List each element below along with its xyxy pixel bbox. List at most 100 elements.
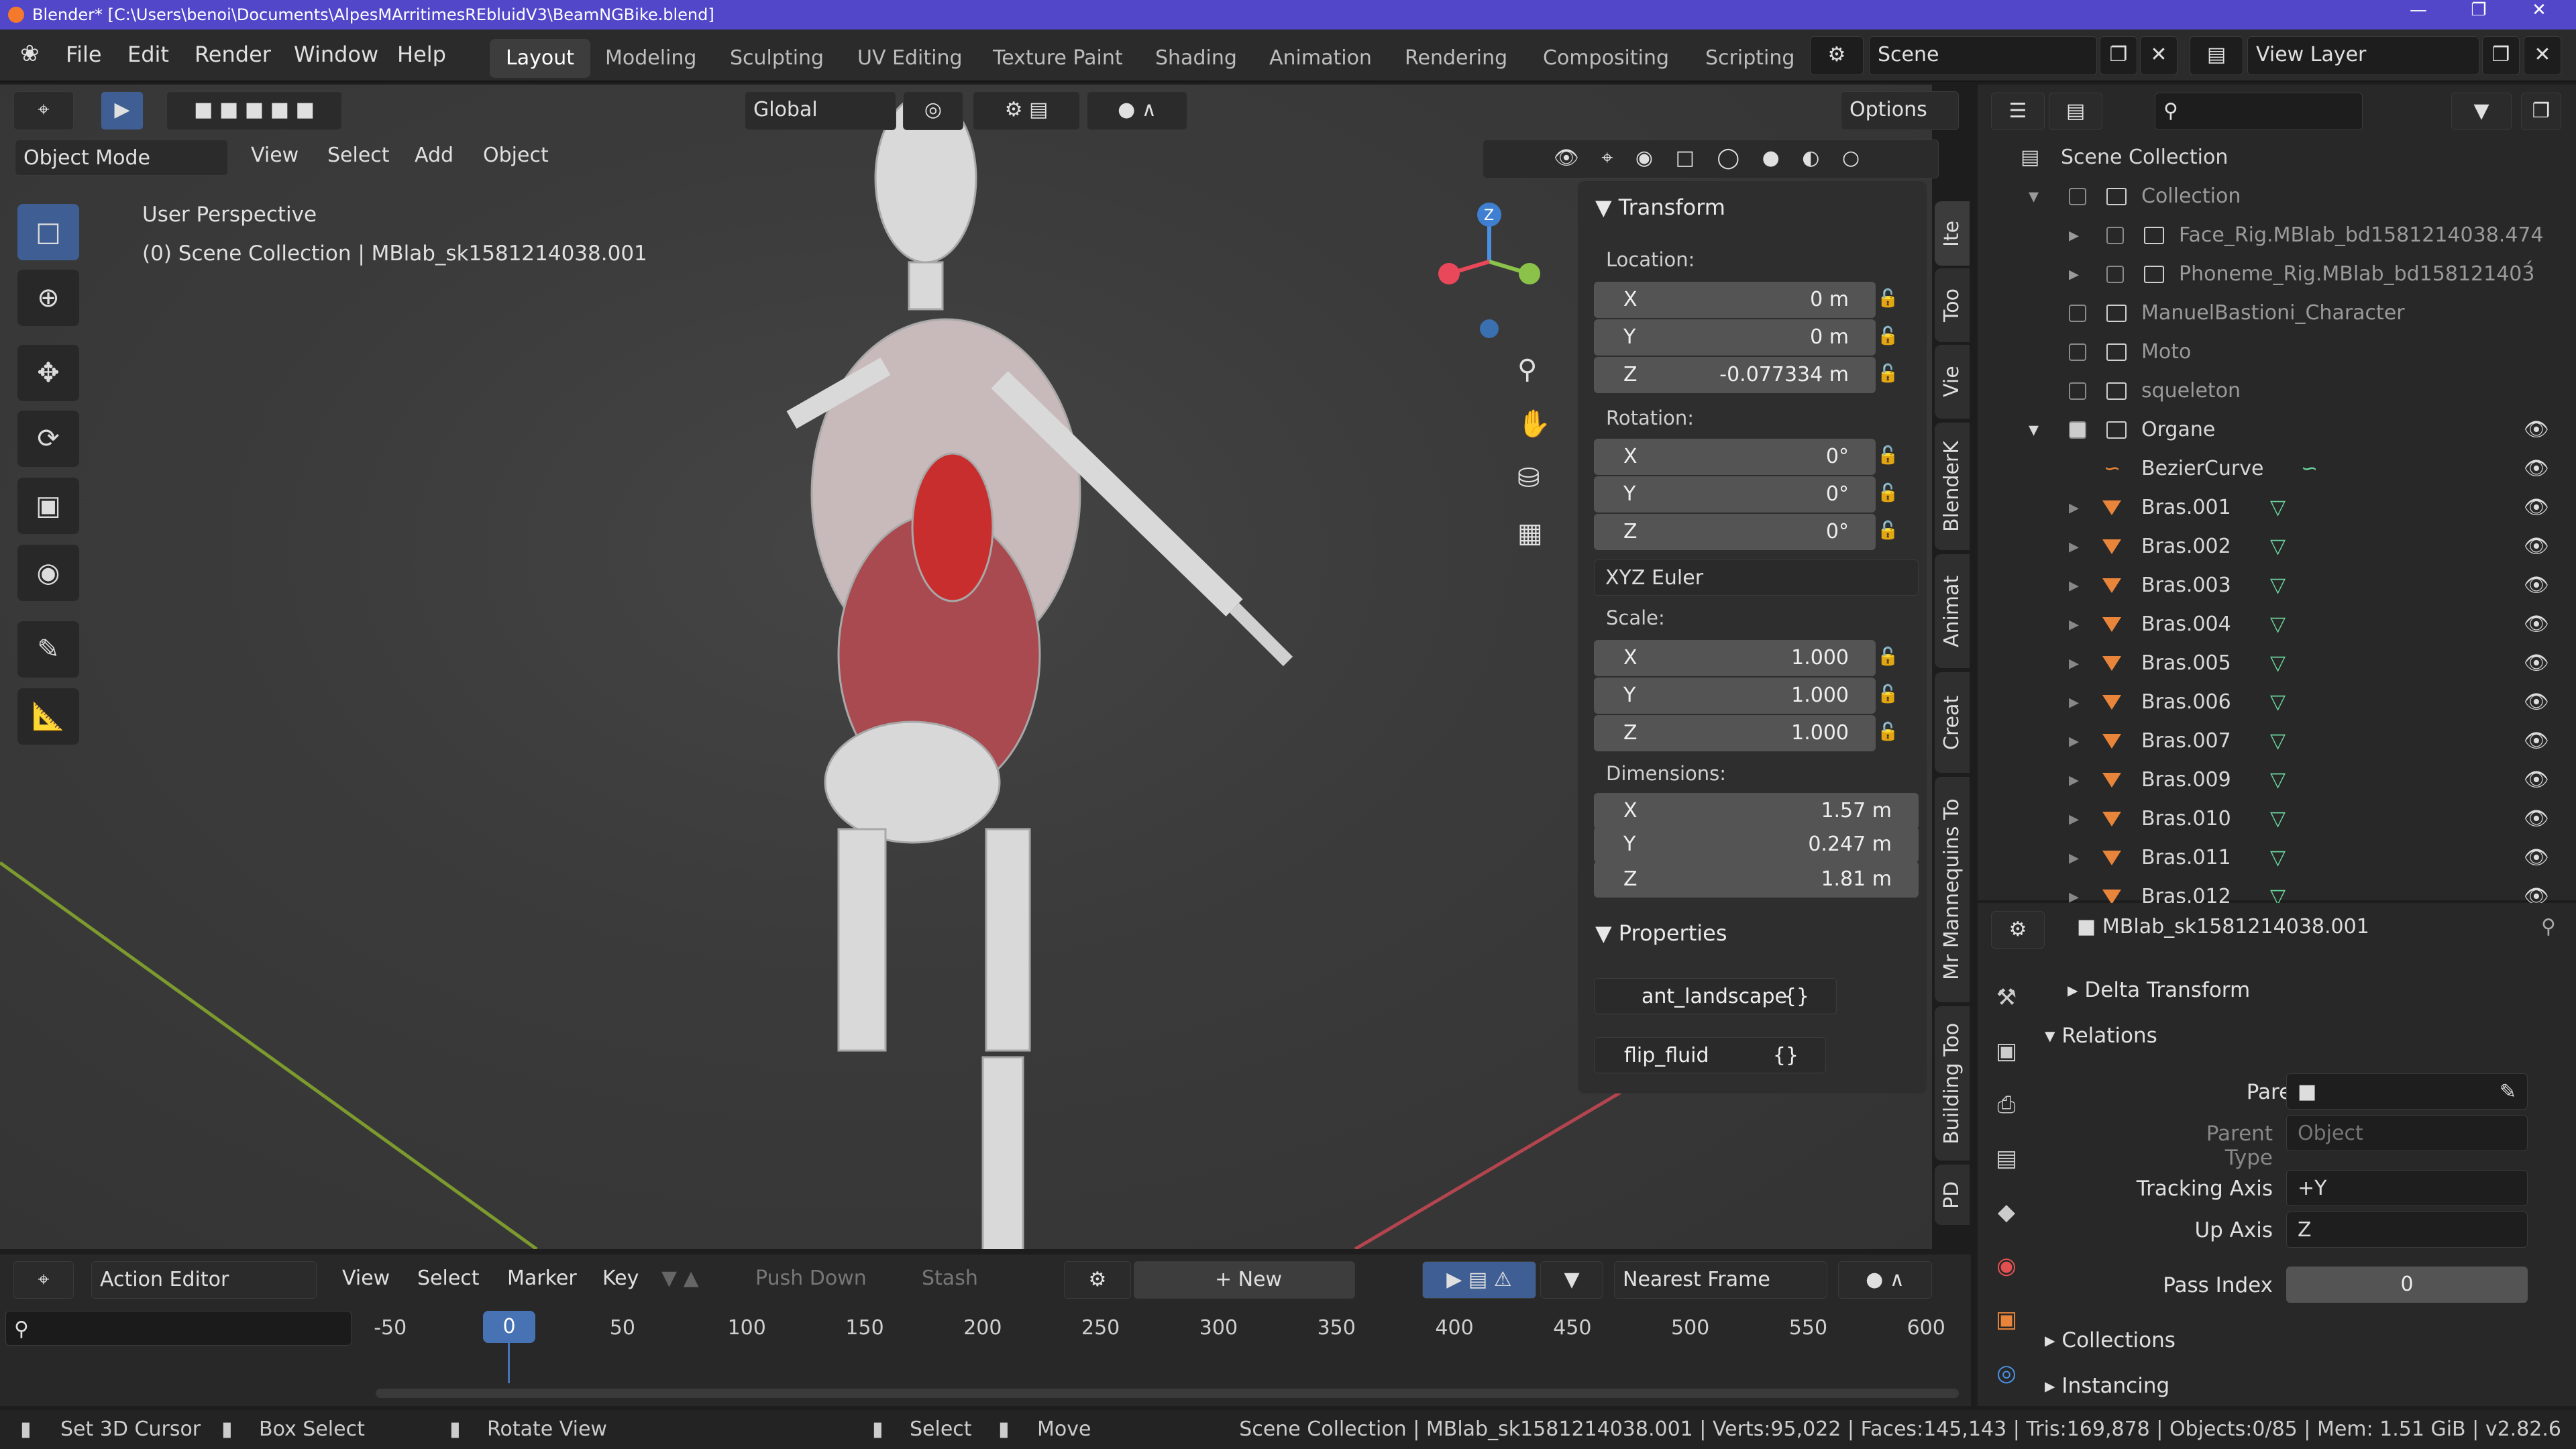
visibility-eye-icon[interactable]: 👁 [2524, 527, 2549, 566]
exclude-checkbox[interactable] [2106, 227, 2124, 244]
outliner-row-bras[interactable]: ▸ Bras.001 ▽ 👁 [1978, 488, 2576, 527]
custom-prop-ant-landscape[interactable]: ant_landscape{} [1594, 978, 1837, 1014]
tab-modeling[interactable]: Modeling [589, 39, 712, 78]
visibility-eye-icon[interactable]: 👁 [2524, 683, 2549, 722]
outliner-search-input[interactable]: ⚲ [2155, 93, 2363, 130]
new-action-button[interactable]: + New [1134, 1261, 1355, 1299]
new-view-layer-icon[interactable]: ❐ [2482, 36, 2520, 75]
lock-location-y-icon[interactable]: 🔓 [1877, 326, 1898, 346]
menu-file[interactable]: File [66, 42, 102, 67]
collections-panel[interactable]: ▸ Collections [2045, 1328, 2176, 1352]
annotate-tool[interactable]: ✎ [17, 621, 79, 678]
parent-type-dropdown[interactable]: Object [2286, 1115, 2528, 1151]
object-properties-tab-icon[interactable]: ▣ [1986, 1299, 2027, 1340]
view-layer-icon[interactable]: ▤ [2190, 36, 2243, 75]
proportional-edit-icon[interactable]: ● ∧ [1087, 91, 1187, 130]
rotation-z-field[interactable]: Z 0° [1594, 514, 1876, 550]
location-z-field[interactable]: Z -0.077334 m [1594, 357, 1876, 393]
select-box-tool[interactable]: □ [17, 204, 79, 260]
outliner-row-bras[interactable]: ▸ Bras.009 ▽ 👁 [1978, 761, 2576, 800]
visibility-eye-icon[interactable]: 👁 [2524, 566, 2549, 605]
scene-properties-tab-icon[interactable]: ◆ [1986, 1191, 2027, 1233]
tracking-axis-dropdown[interactable]: +Y [2286, 1170, 2528, 1206]
tab-sculpting[interactable]: Sculpting [714, 39, 840, 78]
menu-edit[interactable]: Edit [127, 42, 169, 67]
view-layer-field[interactable]: View Layer [2247, 36, 2479, 75]
visibility-eye-icon[interactable]: 👁 [2524, 800, 2549, 839]
measure-tool[interactable]: 📐 [17, 688, 79, 745]
visibility-eye-icon[interactable]: 👁 [2524, 761, 2549, 800]
scene-field[interactable]: Scene [1869, 36, 2097, 75]
camera-view-icon[interactable]: ⛁ [1517, 463, 1540, 494]
outliner-row-bras[interactable]: ▸ Bras.005 ▽ 👁 [1978, 644, 2576, 683]
tab-shading[interactable]: Shading [1139, 39, 1253, 78]
push-down-button[interactable]: Push Down [755, 1267, 867, 1290]
outliner-row-organe[interactable]: ▾ Organe 👁 [1978, 411, 2576, 449]
location-y-field[interactable]: Y 0 m [1594, 319, 1876, 356]
rotation-mode-dropdown[interactable]: XYZ Euler [1594, 559, 1919, 596]
rotation-x-field[interactable]: X 0° [1594, 439, 1876, 475]
visibility-eye-icon[interactable]: 👁 [2524, 722, 2549, 761]
tab-compositing[interactable]: Compositing [1527, 39, 1685, 78]
properties-editor-type-icon[interactable]: ⚙ [1991, 911, 2045, 949]
scale-y-field[interactable]: Y 1.000 [1594, 678, 1876, 714]
delete-view-layer-icon[interactable]: ✕ [2524, 36, 2561, 75]
lock-rotation-z-icon[interactable]: 🔓 [1877, 521, 1898, 541]
outliner-row-bras[interactable]: ▸ Bras.003 ▽ 👁 [1978, 566, 2576, 605]
menu-render[interactable]: Render [195, 42, 271, 67]
rotate-tool[interactable]: ⟳ [17, 411, 79, 467]
outliner-row-moto[interactable]: Moto [1978, 333, 2576, 372]
visibility-eye-icon[interactable]: 👁 [2524, 644, 2549, 683]
rotation-y-field[interactable]: Y 0° [1594, 476, 1876, 513]
tab-animation[interactable]: Animation [1253, 39, 1388, 78]
outliner-row-bras[interactable]: ▸ Bras.006 ▽ 👁 [1978, 683, 2576, 722]
instancing-panel[interactable]: ▸ Instancing [2045, 1374, 2169, 1398]
exclude-checkbox[interactable] [2106, 266, 2124, 283]
tab-layout[interactable]: Layout [490, 39, 590, 78]
menu-help[interactable]: Help [397, 42, 446, 67]
outliner-row-bras[interactable]: ▸ Bras.004 ▽ 👁 [1978, 605, 2576, 644]
timeline-menu-select[interactable]: Select [417, 1267, 480, 1290]
tab-rendering[interactable]: Rendering [1389, 39, 1523, 78]
only-selected-icon[interactable]: ▶ ▤ ⚠ [1422, 1261, 1536, 1299]
display-mode-icon[interactable]: ▤ [2049, 93, 2102, 130]
timeline-menu-view[interactable]: View [342, 1267, 390, 1290]
current-frame-indicator[interactable]: 0 [483, 1311, 535, 1343]
scale-x-field[interactable]: X 1.000 [1594, 640, 1876, 676]
outliner-row-bras[interactable]: ▸ Bras.002 ▽ 👁 [1978, 527, 2576, 566]
viewport-menu-add[interactable]: Add [415, 144, 453, 167]
view-layer-properties-tab-icon[interactable]: ▤ [1986, 1138, 2027, 1179]
minimize-button[interactable]: — [2388, 0, 2449, 30]
location-x-field[interactable]: X 0 m [1594, 282, 1876, 318]
options-dropdown[interactable]: Options [1841, 91, 1959, 130]
pin-icon[interactable]: ⚲ [2541, 915, 2556, 938]
snap-mode-dropdown[interactable]: Nearest Frame [1614, 1261, 1827, 1299]
proportional-edit-icon[interactable]: ● ∧ [1838, 1261, 1932, 1299]
lock-rotation-y-icon[interactable]: 🔓 [1877, 483, 1898, 503]
outliner-editor-type-icon[interactable]: ☰ [1991, 93, 2045, 130]
relations-panel[interactable]: ▾ Relations [2045, 1024, 2157, 1048]
sidebar-tab-building-tools[interactable]: Building Too [1935, 1006, 1970, 1161]
filter-icon[interactable]: ▼ [1540, 1261, 1603, 1299]
viewport-shading-controls[interactable]: 👁 ⌖ ◉ □ ◯ ● ◐ ○ [1483, 140, 1939, 178]
new-scene-icon[interactable]: ❐ [2100, 36, 2137, 75]
cursor-tool[interactable]: ⊕ [17, 270, 79, 326]
ortho-grid-icon[interactable]: ▦ [1517, 518, 1543, 549]
tab-texture-paint[interactable]: Texture Paint [977, 39, 1139, 78]
blender-menu-icon[interactable]: ❀ [20, 40, 40, 67]
output-properties-tab-icon[interactable]: ⎙ [1986, 1084, 2027, 1126]
outliner-row-scene-collection[interactable]: ▤ Scene Collection [1978, 138, 2576, 177]
visibility-eye-icon[interactable]: 👁 [2524, 411, 2549, 449]
lock-rotation-x-icon[interactable]: 🔓 [1877, 445, 1898, 466]
object-name-field[interactable]: ■ MBlab_sk1581214038.001 [2077, 915, 2369, 938]
timeline-scrollbar[interactable] [376, 1389, 1959, 1398]
sidebar-tab-animation[interactable]: Animat [1935, 554, 1970, 668]
exclude-checkbox[interactable] [2069, 343, 2086, 361]
exclude-checkbox[interactable] [2069, 188, 2086, 205]
exclude-checkbox[interactable] [2069, 305, 2086, 322]
properties-header[interactable]: ▼ Properties [1595, 920, 1727, 946]
action-browse-icon[interactable]: ⚙ [1064, 1261, 1131, 1299]
parent-field[interactable]: ■ ✎ [2286, 1073, 2528, 1110]
snap-icon[interactable]: ⚙ ▤ [973, 91, 1080, 130]
move-tool[interactable]: ✥ [17, 345, 79, 401]
